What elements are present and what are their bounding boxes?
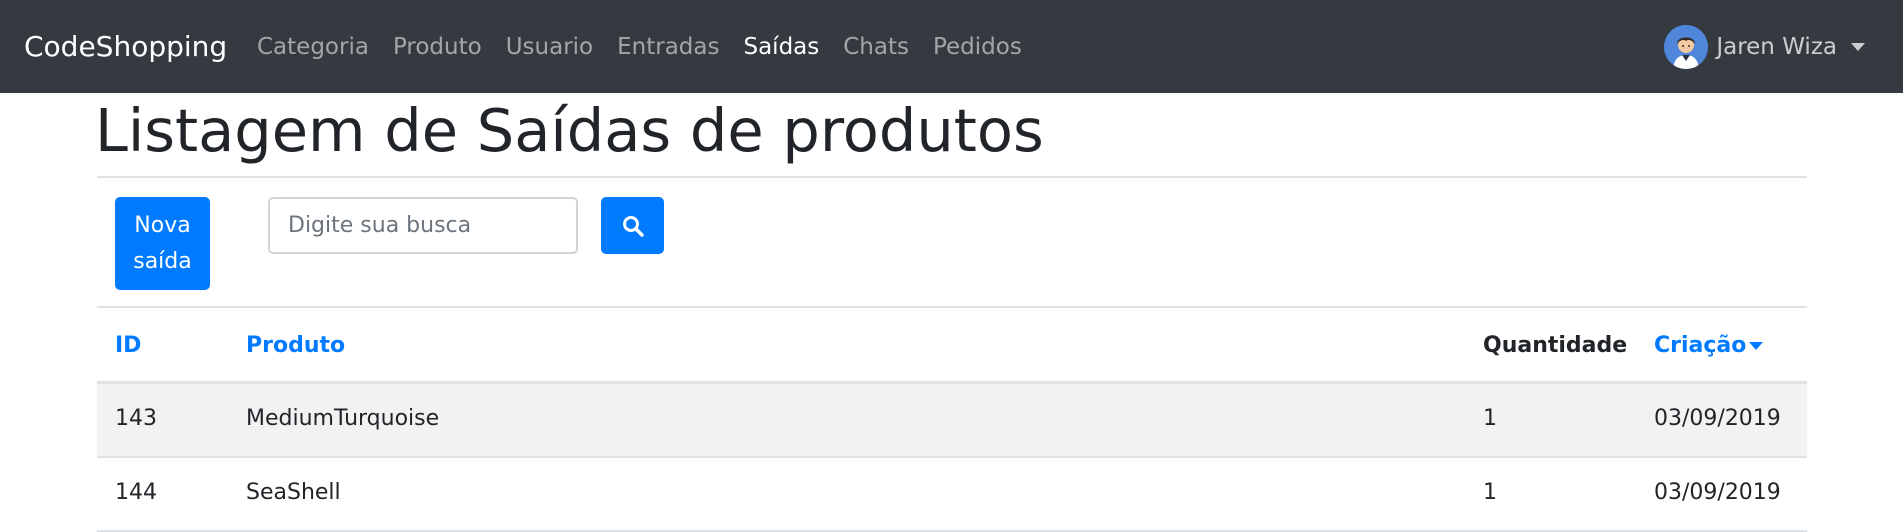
- nav-link-produto[interactable]: Produto: [393, 34, 482, 60]
- cell-criacao: 03/09/2019: [1654, 406, 1781, 431]
- cell-id: 144: [115, 480, 157, 505]
- toolbar-divider: [97, 306, 1807, 308]
- column-header-produto[interactable]: Produto: [246, 333, 345, 358]
- user-name: Jaren Wiza: [1716, 34, 1837, 60]
- nav-links: Categoria Produto Usuario Entradas Saída…: [257, 34, 1022, 60]
- table-row: 143 MediumTurquoise 1 03/09/2019: [97, 384, 1807, 458]
- cell-produto: SeaShell: [246, 480, 341, 505]
- user-avatar-icon: [1664, 25, 1709, 69]
- page-title: Listagem de Saídas de produtos: [95, 96, 1044, 165]
- table-row: 144 SeaShell 1 03/09/2019: [97, 458, 1807, 532]
- chevron-down-icon: [1851, 43, 1865, 51]
- sort-desc-icon: [1749, 342, 1764, 350]
- nav-link-entradas[interactable]: Entradas: [617, 34, 719, 60]
- nav-link-saidas[interactable]: Saídas: [743, 34, 819, 60]
- column-header-id[interactable]: ID: [115, 333, 141, 358]
- search-button[interactable]: [601, 197, 664, 254]
- nav-link-pedidos[interactable]: Pedidos: [933, 34, 1022, 60]
- nav-link-categoria[interactable]: Categoria: [257, 34, 369, 60]
- column-header-criacao[interactable]: Criação: [1654, 333, 1764, 358]
- cell-criacao: 03/09/2019: [1654, 480, 1781, 505]
- new-saida-button[interactable]: Nova saída: [115, 197, 210, 290]
- title-divider: [97, 176, 1807, 178]
- search-input[interactable]: [268, 197, 578, 254]
- cell-id: 143: [115, 406, 157, 431]
- column-header-quantidade: Quantidade: [1483, 333, 1628, 358]
- search-icon: [622, 215, 644, 237]
- nav-link-usuario[interactable]: Usuario: [506, 34, 593, 60]
- column-header-criacao-label: Criação: [1654, 333, 1747, 358]
- navbar: CodeShopping Categoria Produto Usuario E…: [0, 0, 1903, 93]
- cell-produto: MediumTurquoise: [246, 406, 440, 431]
- brand-logo[interactable]: CodeShopping: [24, 30, 227, 63]
- cell-quantidade: 1: [1483, 480, 1497, 505]
- nav-link-chats[interactable]: Chats: [843, 34, 909, 60]
- user-menu-dropdown[interactable]: Jaren Wiza: [1664, 25, 1865, 69]
- cell-quantidade: 1: [1483, 406, 1497, 431]
